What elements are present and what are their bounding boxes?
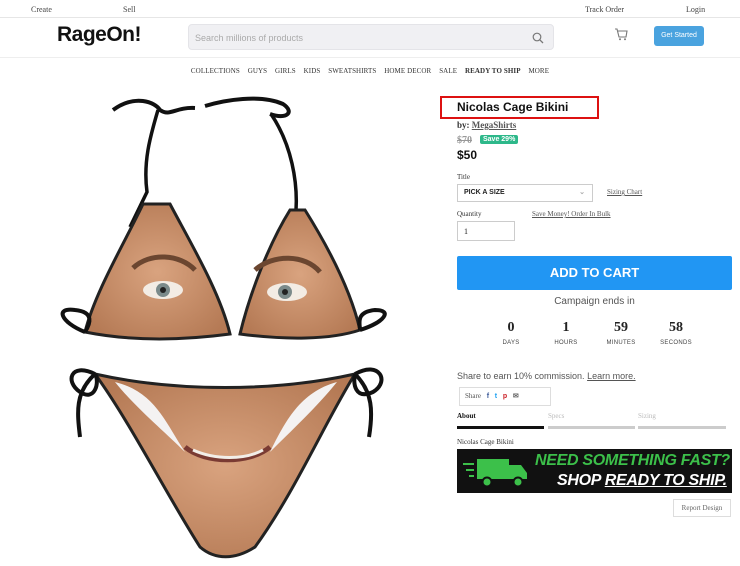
- countdown-minutes: 59 MINUTES: [596, 320, 646, 346]
- top-utility-bar: Create Sell Track Order Login: [0, 0, 740, 18]
- countdown-hours: 1 HOURS: [541, 320, 591, 346]
- nav-item-sweatshirts[interactable]: SWEATSHIRTS: [328, 67, 376, 75]
- get-started-button[interactable]: Get Started: [654, 26, 704, 46]
- tab-sizing-underline: [638, 426, 726, 429]
- banner-line2-link: READY TO SHIP.: [604, 472, 727, 489]
- size-select[interactable]: PICK A SIZE ⌄: [457, 184, 593, 202]
- product-title: Nicolas Cage Bikini: [457, 100, 569, 114]
- nav-item-ready-to-ship[interactable]: READY TO SHIP: [465, 67, 521, 75]
- countdown-seconds-value: 58: [669, 320, 683, 335]
- email-icon[interactable]: ✉: [513, 392, 519, 400]
- countdown-days-value: 0: [507, 320, 515, 335]
- by-line: by: MegaShirts: [457, 120, 516, 130]
- create-link[interactable]: Create: [31, 5, 52, 14]
- search-icon[interactable]: [532, 31, 544, 49]
- nav-item-girls[interactable]: GIRLS: [275, 67, 296, 75]
- nav-item-more[interactable]: MORE: [528, 67, 549, 75]
- countdown-minutes-value: 59: [614, 320, 628, 335]
- truck-icon: [463, 459, 527, 488]
- quantity-input[interactable]: 1: [457, 221, 515, 241]
- old-price: $70: [457, 135, 472, 146]
- bulk-order-link[interactable]: Save Money! Order In Bulk: [532, 210, 611, 218]
- countdown-seconds-label: SECONDS: [660, 340, 692, 346]
- cart-icon[interactable]: [614, 28, 628, 46]
- campaign-ends-text: Campaign ends in: [554, 296, 635, 307]
- current-price: $50: [457, 148, 478, 162]
- share-earn-text: Share to earn 10% commission. Learn more…: [457, 371, 636, 381]
- countdown-minutes-label: MINUTES: [606, 340, 636, 346]
- product-description: Nicolas Cage Bikini: [457, 438, 514, 446]
- twitter-icon[interactable]: t: [495, 393, 497, 400]
- title-label: Title: [457, 173, 470, 181]
- search-bar: [188, 24, 554, 50]
- site-header: RageOn! Get Started: [0, 18, 740, 58]
- save-badge: Save 29%: [480, 135, 519, 144]
- banner-line2-prefix: SHOP: [557, 472, 605, 489]
- quantity-label: Quantity: [457, 210, 482, 218]
- countdown-hours-value: 1: [562, 320, 570, 335]
- pinterest-icon[interactable]: p: [503, 393, 507, 400]
- share-earn-label: Share to earn 10% commission.: [457, 371, 585, 381]
- banner-line2: SHOP READY TO SHIP.: [557, 472, 727, 490]
- product-image[interactable]: [55, 92, 400, 562]
- nav-item-sale[interactable]: SALE: [439, 67, 457, 75]
- track-order-link[interactable]: Track Order: [585, 5, 624, 14]
- size-select-value: PICK A SIZE: [464, 189, 505, 196]
- tab-specs[interactable]: Specs: [548, 412, 564, 420]
- nav-item-collections[interactable]: COLLECTIONS: [191, 67, 240, 75]
- facebook-icon[interactable]: f: [487, 393, 489, 400]
- countdown-seconds: 58 SECONDS: [651, 320, 701, 346]
- nav-item-home-decor[interactable]: HOME DECOR: [384, 67, 431, 75]
- search-input[interactable]: [195, 29, 515, 46]
- by-label: by:: [457, 120, 470, 130]
- ready-to-ship-banner[interactable]: NEED SOMETHING FAST? SHOP READY TO SHIP.: [457, 449, 732, 493]
- tab-about-underline: [457, 426, 544, 429]
- countdown-days: 0 DAYS: [486, 320, 536, 346]
- tab-specs-underline: [548, 426, 635, 429]
- learn-more-link[interactable]: Learn more.: [587, 371, 636, 381]
- chevron-down-icon: ⌄: [579, 189, 585, 196]
- share-label: Share: [465, 392, 481, 400]
- tab-sizing[interactable]: Sizing: [638, 412, 656, 420]
- add-to-cart-button[interactable]: ADD TO CART: [457, 256, 732, 290]
- main-nav: COLLECTIONS GUYS GIRLS KIDS SWEATSHIRTS …: [0, 67, 740, 75]
- seller-link[interactable]: MegaShirts: [472, 120, 517, 130]
- nav-item-kids[interactable]: KIDS: [304, 67, 321, 75]
- sell-link[interactable]: Sell: [123, 5, 135, 14]
- banner-line1: NEED SOMETHING FAST?: [535, 452, 730, 469]
- sizing-chart-link[interactable]: Sizing Chart: [607, 188, 642, 196]
- rageon-logo[interactable]: RageOn!: [57, 23, 142, 47]
- nav-item-guys[interactable]: GUYS: [248, 67, 267, 75]
- share-box: Share f t p ✉: [459, 387, 551, 406]
- login-link[interactable]: Login: [686, 5, 705, 14]
- countdown-hours-label: HOURS: [554, 340, 578, 346]
- report-design-button[interactable]: Report Design: [673, 499, 731, 517]
- countdown-days-label: DAYS: [502, 340, 520, 346]
- tab-about[interactable]: About: [457, 412, 476, 420]
